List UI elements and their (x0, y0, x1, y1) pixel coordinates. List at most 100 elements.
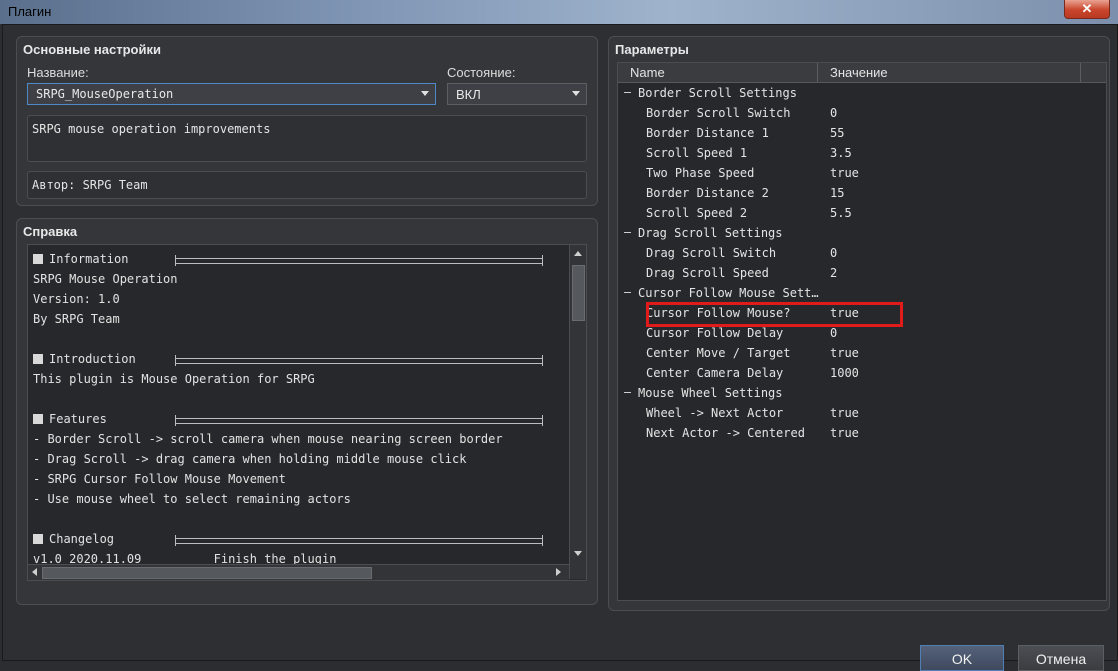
help-line: By SRPG Team (33, 312, 120, 326)
close-icon: ✕ (1081, 1, 1093, 16)
help-text-area[interactable]: Information SRPG Mouse Operation Version: … (27, 244, 587, 581)
param-name: Center Move / Target (646, 346, 791, 360)
ok-button[interactable]: OK (920, 645, 1004, 671)
param-value[interactable]: true (830, 166, 859, 180)
param-value[interactable]: 3.5 (830, 146, 852, 160)
param-row[interactable]: Border Scroll Switch 0 (618, 103, 1106, 123)
param-row[interactable]: Next Actor -> Centered true (618, 423, 1106, 443)
close-button[interactable]: ✕ (1064, 0, 1110, 19)
collapse-icon[interactable] (624, 92, 631, 93)
square-bullet-icon (33, 254, 43, 264)
square-bullet-icon (33, 534, 43, 544)
param-group-row[interactable]: Border Scroll Settings (618, 83, 1106, 103)
help-heading: Changelog (33, 532, 114, 546)
column-header-name[interactable]: Name (630, 65, 665, 80)
param-group-row[interactable]: Cursor Follow Mouse Sett… (618, 283, 1106, 303)
param-name: Border Distance 1 (646, 126, 769, 140)
param-value[interactable]: true (830, 406, 859, 420)
state-value: ВКЛ (456, 87, 481, 102)
help-hscroll-thumb[interactable] (42, 567, 372, 579)
param-name: Mouse Wheel Settings (638, 386, 783, 400)
help-heading: Information (33, 252, 128, 266)
param-name: Scroll Speed 1 (646, 146, 748, 160)
param-name: Border Distance 2 (646, 186, 769, 200)
state-combo[interactable]: ВКЛ (447, 83, 587, 105)
param-value[interactable]: 0 (830, 326, 837, 340)
help-title: Справка (23, 224, 78, 239)
basic-settings-title: Основные настройки (23, 42, 161, 57)
plugin-dialog: Основные настройки Название: SRPG_MouseO… (2, 24, 1118, 671)
collapse-icon[interactable] (624, 392, 631, 393)
parameters-title: Параметры (615, 42, 689, 57)
help-scroll-thumb[interactable] (572, 265, 585, 321)
param-group-row[interactable]: Mouse Wheel Settings (618, 383, 1106, 403)
help-vertical-scrollbar[interactable] (569, 245, 586, 579)
help-heading: Introduction (33, 352, 136, 366)
param-value[interactable]: true (830, 346, 859, 360)
param-row[interactable]: Center Move / Target true (618, 343, 1106, 363)
plugin-name-combo[interactable]: SRPG_MouseOperation (27, 83, 436, 105)
param-name: Drag Scroll Switch (646, 246, 777, 260)
plugin-name-value: SRPG_MouseOperation (36, 87, 174, 101)
cancel-button[interactable]: Отмена (1018, 645, 1104, 671)
author-box: Автор: SRPG Team (27, 171, 587, 199)
param-row[interactable]: Drag Scroll Speed 2 (618, 263, 1106, 283)
param-name: Drag Scroll Settings (638, 226, 783, 240)
scroll-left-icon[interactable] (32, 568, 37, 576)
param-row[interactable]: Border Distance 2 15 (618, 183, 1106, 203)
scroll-up-icon[interactable] (574, 251, 582, 256)
param-name: Center Camera Delay (646, 366, 784, 380)
param-row[interactable]: Scroll Speed 1 3.5 (618, 143, 1106, 163)
square-bullet-icon (33, 414, 43, 424)
heading-rule (175, 535, 543, 546)
param-row[interactable]: Wheel -> Next Actor true (618, 403, 1106, 423)
param-value[interactable]: 2 (830, 266, 837, 280)
help-line: - Border Scroll -> scroll camera when mo… (33, 432, 503, 446)
description-box: SRPG mouse operation improvements (27, 115, 587, 162)
name-label: Название: (27, 65, 89, 80)
help-line: Version: 1.0 (33, 292, 120, 306)
param-group-row[interactable]: Drag Scroll Settings (618, 223, 1106, 243)
scroll-right-icon[interactable] (556, 568, 561, 576)
param-value[interactable]: 55 (830, 126, 844, 140)
param-row[interactable]: Center Camera Delay 1000 (618, 363, 1106, 383)
help-line: - SRPG Cursor Follow Mouse Movement (33, 472, 286, 486)
heading-rule (175, 355, 543, 366)
help-line: - Drag Scroll -> drag camera when holdin… (33, 452, 467, 466)
param-value[interactable]: 0 (830, 106, 837, 120)
param-name: Wheel -> Next Actor (646, 406, 784, 420)
collapse-icon[interactable] (624, 292, 631, 293)
heading-rule (175, 255, 543, 266)
param-name: Border Scroll Settings (638, 86, 797, 100)
param-row[interactable]: Drag Scroll Switch 0 (618, 243, 1106, 263)
heading-rule (175, 415, 543, 426)
parameters-table[interactable]: Name Значение Border Scroll Settings Bord… (617, 62, 1107, 601)
param-value[interactable]: 0 (830, 246, 837, 260)
help-line: This plugin is Mouse Operation for SRPG (33, 372, 315, 386)
param-name: Two Phase Speed (646, 166, 755, 180)
window-title: Плагин (8, 4, 52, 19)
param-row[interactable]: Two Phase Speed true (618, 163, 1106, 183)
param-row[interactable]: Border Distance 1 55 (618, 123, 1106, 143)
help-heading: Features (33, 412, 107, 426)
highlight-box (646, 302, 903, 327)
help-group: Справка Information SRPG Mouse Operation V… (16, 218, 598, 605)
param-name: Next Actor -> Centered (646, 426, 805, 440)
param-value[interactable]: 5.5 (830, 206, 852, 220)
scroll-down-icon[interactable] (574, 551, 582, 556)
title-bar: Плагин ✕ (0, 0, 1118, 24)
collapse-icon[interactable] (624, 232, 631, 233)
param-row[interactable]: Scroll Speed 2 5.5 (618, 203, 1106, 223)
column-header-value[interactable]: Значение (830, 65, 888, 80)
param-name: Border Scroll Switch (646, 106, 791, 120)
chevron-down-icon (572, 91, 580, 96)
param-value[interactable]: 1000 (830, 366, 859, 380)
param-name: Scroll Speed 2 (646, 206, 748, 220)
param-name: Cursor Follow Mouse Sett… (638, 286, 819, 300)
param-name: Cursor Follow Delay (646, 326, 784, 340)
help-line: SRPG Mouse Operation (33, 272, 178, 286)
help-horizontal-scrollbar[interactable] (28, 564, 569, 580)
chevron-down-icon (421, 91, 429, 96)
param-value[interactable]: 15 (830, 186, 844, 200)
param-value[interactable]: true (830, 426, 859, 440)
